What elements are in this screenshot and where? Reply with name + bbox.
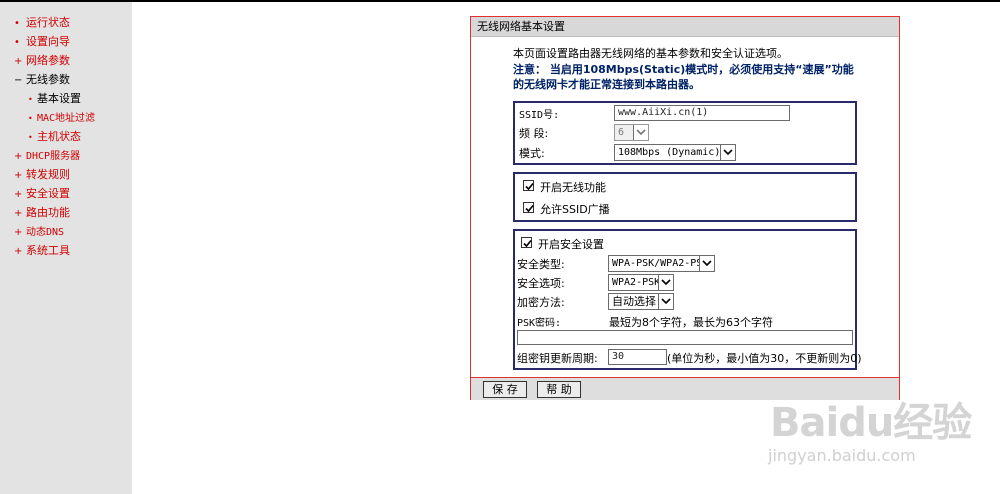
sidebar-item-label: 无线参数	[26, 73, 70, 86]
psk-password-input[interactable]	[517, 330, 853, 345]
enable-wireless-checkbox[interactable]	[523, 180, 534, 191]
security-type-select[interactable]: WPA-PSK/WPA2-PSK	[608, 255, 715, 272]
bullet-icon: •	[14, 18, 20, 29]
chevron-down-icon	[720, 145, 735, 160]
bullet-icon: •	[14, 37, 20, 48]
mode-value: 108Mbps (Dynamic)	[618, 147, 721, 158]
save-button[interactable]: 保 存	[483, 381, 527, 398]
chevron-down-icon	[658, 294, 673, 309]
check-icon	[525, 182, 534, 191]
check-icon	[523, 239, 532, 248]
sidebar-item-security-settings[interactable]: + 安全设置	[14, 185, 70, 203]
expand-icon: +	[14, 170, 23, 181]
watermark-url: jingyan.baidu.com	[768, 446, 916, 465]
sidebar-item-label: 主机状态	[37, 130, 81, 143]
wireless-basic-settings-panel: 无线网络基本设置 本页面设置路由器无线网络的基本参数和安全认证选项。 注意： 当…	[470, 16, 900, 400]
expand-icon: +	[14, 56, 23, 67]
sidebar-item-routing[interactable]: + 路由功能	[14, 204, 70, 222]
sidebar-subitem-host-status[interactable]: • 主机状态	[28, 128, 81, 146]
psk-length-hint: 最短为8个字符，最长为63个字符	[609, 316, 773, 329]
sidebar-item-label: 基本设置	[37, 92, 81, 105]
expand-icon: +	[14, 151, 23, 162]
sidebar-item-run-status[interactable]: • 运行状态	[14, 14, 70, 32]
sidebar-item-dhcp-server[interactable]: + DHCP服务器	[14, 147, 80, 165]
ssid-label: SSID号:	[519, 110, 560, 121]
sidebar-item-label: 安全设置	[26, 187, 70, 200]
expand-icon: +	[14, 246, 23, 257]
expand-icon: +	[14, 208, 23, 219]
mode-select[interactable]: 108Mbps (Dynamic)	[614, 144, 736, 161]
help-button[interactable]: 帮 助	[537, 381, 581, 398]
watermark-logo: Baidu经验	[770, 400, 972, 446]
channel-select[interactable]: 6	[614, 124, 649, 141]
sidebar-item-wireless-params[interactable]: − 无线参数	[14, 71, 70, 89]
check-icon	[525, 204, 534, 213]
channel-value: 6	[618, 127, 625, 138]
intro-text: 本页面设置路由器无线网络的基本参数和安全认证选项。	[513, 47, 788, 60]
chevron-down-icon	[699, 256, 714, 271]
sidebar-item-label: 转发规则	[26, 168, 70, 181]
sidebar-item-label: 路由功能	[26, 206, 70, 219]
group-rekey-input[interactable]: 30	[608, 349, 667, 365]
sidebar-item-forwarding-rules[interactable]: + 转发规则	[14, 166, 70, 184]
encryption-select[interactable]: 自动选择	[608, 293, 674, 310]
sidebar: • 运行状态 • 设置向导 + 网络参数 − 无线参数 • 基本设置 • MAC地址过滤 •…	[0, 2, 132, 494]
psk-password-label: PSK密码:	[517, 318, 562, 329]
sidebar-item-label: 网络参数	[26, 54, 70, 67]
sidebar-item-label: DHCP服务器	[26, 151, 81, 162]
sidebar-item-dynamic-dns[interactable]: + 动态DNS	[14, 223, 64, 241]
expand-icon: +	[14, 227, 23, 238]
enable-security-label: 开启安全设置	[538, 238, 604, 251]
encryption-label: 加密方法:	[517, 296, 565, 309]
security-type-value: WPA-PSK/WPA2-PSK	[612, 258, 709, 269]
bullet-icon: •	[28, 114, 33, 123]
sidebar-item-setup-wizard[interactable]: • 设置向导	[14, 33, 70, 51]
mode-label: 模式:	[519, 147, 545, 160]
ssid-broadcast-checkbox[interactable]	[523, 202, 534, 213]
sidebar-item-network-params[interactable]: + 网络参数	[14, 52, 70, 70]
sidebar-item-label: 运行状态	[26, 16, 70, 29]
encryption-value: 自动选择	[612, 295, 656, 308]
sidebar-subitem-mac-filter[interactable]: • MAC地址过滤	[28, 109, 95, 127]
group-rekey-hint: (单位为秒，最小值为30，不更新则为0)	[667, 352, 862, 365]
panel-title: 无线网络基本设置	[471, 17, 899, 37]
security-option-label: 安全选项:	[517, 277, 565, 290]
sidebar-subitem-basic-settings[interactable]: • 基本设置	[28, 90, 81, 108]
sidebar-item-label: MAC地址过滤	[37, 113, 96, 124]
security-settings-group: 开启安全设置 安全类型: WPA-PSK/WPA2-PSK 安全选项: WPA2…	[513, 229, 862, 370]
bullet-icon: •	[28, 133, 33, 142]
enable-security-checkbox[interactable]	[521, 237, 532, 248]
collapse-icon: −	[14, 75, 23, 86]
group-rekey-label: 组密钥更新周期:	[517, 352, 598, 365]
chevron-down-icon	[633, 125, 648, 140]
ssid-input[interactable]: www.AiiXi.cn(1)	[614, 105, 790, 121]
sidebar-item-label: 系统工具	[26, 244, 70, 257]
note-text: 注意： 当启用108Mbps(Static)模式时，必须使用支持“速展”功能的无…	[513, 63, 854, 91]
wireless-options-group: 开启无线功能 允许SSID广播	[513, 172, 857, 222]
sidebar-item-label: 设置向导	[26, 35, 70, 48]
chevron-down-icon	[658, 275, 673, 290]
bullet-icon: •	[28, 95, 33, 104]
security-option-select[interactable]: WPA2-PSK	[608, 274, 674, 291]
security-option-value: WPA2-PSK	[612, 277, 661, 288]
sidebar-item-label: 动态DNS	[26, 227, 65, 238]
security-type-label: 安全类型:	[517, 258, 565, 271]
window-top-border	[0, 0, 1000, 2]
expand-icon: +	[14, 189, 23, 200]
sidebar-item-system-tools[interactable]: + 系统工具	[14, 242, 70, 260]
channel-label: 频 段:	[519, 127, 549, 140]
enable-wireless-label: 开启无线功能	[540, 181, 606, 194]
basic-params-group: SSID号: www.AiiXi.cn(1) 频 段: 6 模式: 108Mbp…	[513, 101, 857, 165]
ssid-broadcast-label: 允许SSID广播	[540, 203, 610, 216]
